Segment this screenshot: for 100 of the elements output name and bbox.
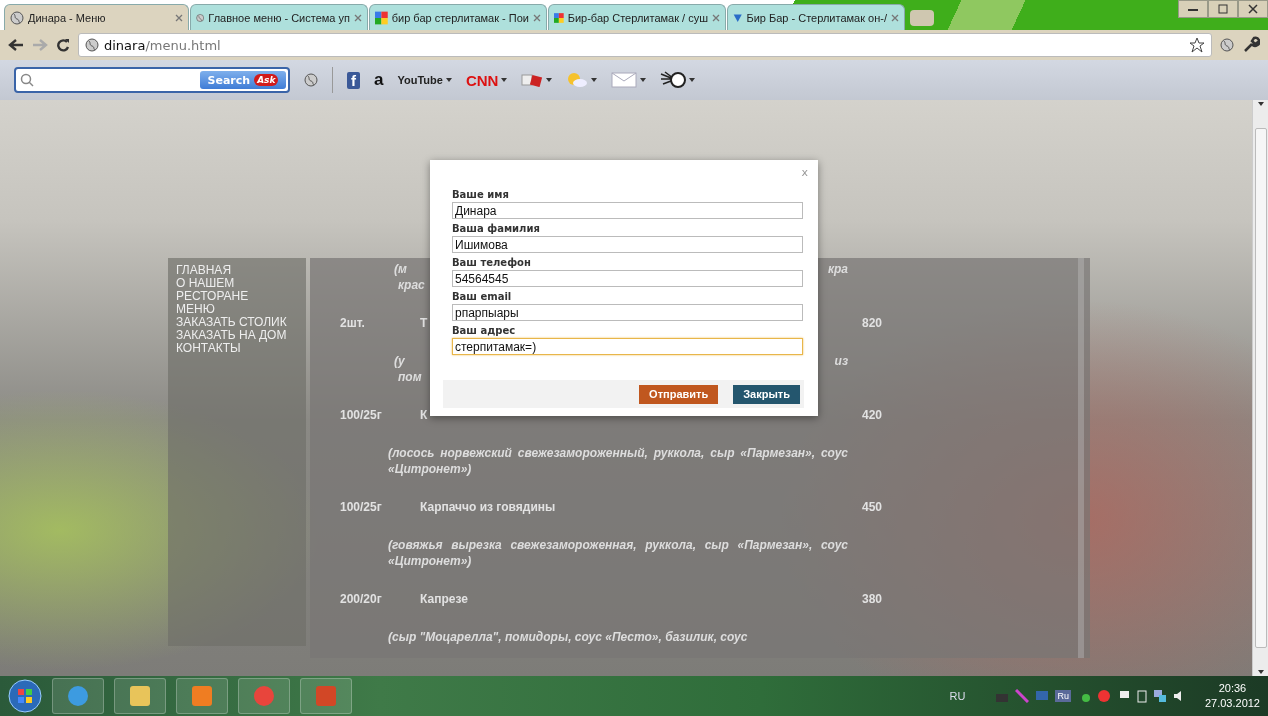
search-icon xyxy=(20,73,34,87)
description-fragment: кра xyxy=(827,261,848,277)
dish-price: 420 xyxy=(862,408,883,422)
dish-name: Т xyxy=(420,316,428,330)
scroll-thumb[interactable] xyxy=(1254,128,1267,648)
globe-icon xyxy=(85,38,99,52)
close-icon xyxy=(1248,4,1258,14)
description-fragment: (у xyxy=(393,353,406,369)
restore-icon xyxy=(1218,4,1228,14)
taskbar-app[interactable] xyxy=(52,678,104,714)
network-icon[interactable] xyxy=(1152,689,1167,703)
close-icon[interactable] xyxy=(533,13,541,22)
close-icon[interactable] xyxy=(712,13,720,22)
tray-icon[interactable] xyxy=(1096,689,1111,703)
circle-logo-icon xyxy=(252,684,276,708)
wrench-icon[interactable] xyxy=(1242,36,1260,54)
search-button[interactable]: Search Ask xyxy=(200,71,286,89)
dish-weight: 100/25г xyxy=(340,500,382,514)
field-label: Ваше имя xyxy=(452,188,510,202)
close-dialog-button[interactable]: Закрыть xyxy=(733,384,800,404)
globe-icon xyxy=(10,10,24,25)
toolbar-button[interactable] xyxy=(660,71,696,89)
text-input[interactable]: Ишимова xyxy=(452,236,803,253)
back-icon[interactable] xyxy=(8,38,24,52)
language-indicator[interactable]: RU xyxy=(949,690,966,702)
url-path: /menu.html xyxy=(145,37,221,53)
tray-icon[interactable]: Ru xyxy=(1055,690,1071,702)
text-input[interactable]: Динара xyxy=(452,202,803,219)
toolbar-button[interactable] xyxy=(521,73,553,87)
submit-button[interactable]: Отправить xyxy=(639,384,719,404)
caret-icon xyxy=(1257,102,1264,106)
dish-name: Карпаччо из говядины xyxy=(420,500,556,514)
close-icon[interactable] xyxy=(354,13,362,22)
caret-icon xyxy=(591,78,598,82)
dish-name: Капрезе xyxy=(420,592,468,606)
description-fragment: крас xyxy=(397,277,425,293)
description-fragment: пом xyxy=(397,369,422,385)
time: 20:36 xyxy=(1218,681,1247,696)
caret-icon xyxy=(1257,670,1264,674)
amazon-logo-button[interactable]: a xyxy=(374,70,384,90)
colored-squares-icon xyxy=(554,10,564,25)
text-input[interactable]: рпарпыары xyxy=(452,304,803,321)
taskbar-app[interactable] xyxy=(176,678,228,714)
close-icon[interactable] xyxy=(891,13,899,22)
field-label: Ваша фамилия xyxy=(452,222,541,236)
field-label: Ваш email xyxy=(452,290,513,304)
date: 27.03.2012 xyxy=(1204,696,1260,711)
reload-icon[interactable] xyxy=(56,38,70,52)
description-fragment: из xyxy=(834,353,848,369)
text-input[interactable]: стерпитамак=) xyxy=(452,338,803,355)
tray-icon[interactable] xyxy=(1015,689,1030,703)
dish-price: 450 xyxy=(862,500,883,514)
youtube-logo-button[interactable]: YouTube xyxy=(397,74,452,86)
dish-weight: 2шт. xyxy=(340,316,365,330)
battery-icon[interactable] xyxy=(1136,689,1147,703)
mail-icon xyxy=(611,72,638,88)
url-host: dinara xyxy=(104,37,146,53)
close-icon[interactable] xyxy=(175,13,183,22)
dish-name: К xyxy=(420,408,428,422)
star-icon[interactable] xyxy=(1189,37,1205,53)
colored-squares-icon xyxy=(375,10,388,25)
close-button[interactable] xyxy=(1238,0,1268,18)
sun-cloud-icon xyxy=(566,72,589,88)
caret-icon xyxy=(546,78,553,82)
minimize-icon xyxy=(1188,7,1198,11)
dish-weight: 200/20г xyxy=(340,592,382,606)
dish-price: 820 xyxy=(862,316,883,330)
dice-icon xyxy=(521,73,544,87)
caret-icon xyxy=(689,78,696,82)
dish-description: (говяжья вырезка свежезамороженная, руккола, сыр «Пармезан», соус «Цитронет») xyxy=(388,537,848,569)
description-fragment: (м xyxy=(393,261,408,277)
dish-weight: 100/25г xyxy=(340,408,382,422)
browser-tab[interactable]: бир бар стерлитамак - Пои xyxy=(369,4,547,30)
field-label: Ваш телефон xyxy=(452,256,532,270)
taskbar-app[interactable] xyxy=(114,678,166,714)
start-button[interactable] xyxy=(8,679,42,713)
search-field[interactable]: Search Ask xyxy=(14,67,290,93)
address-bar[interactable]: dinara/menu.html xyxy=(78,33,1212,57)
browser-tab[interactable]: Бир-бар Стерлитамак / суш xyxy=(548,4,726,30)
forward-icon[interactable] xyxy=(32,38,48,52)
caret-icon xyxy=(501,78,508,82)
browser-tab[interactable]: Главное меню - Система уп xyxy=(190,4,368,30)
scrollbar[interactable] xyxy=(1252,100,1268,676)
browser-tab[interactable]: Бир Бар - Стерлитамак он-/ xyxy=(727,4,905,30)
disc-icon xyxy=(660,71,687,89)
extension-icon xyxy=(1220,38,1234,52)
taskbar-app[interactable] xyxy=(300,678,352,714)
minimize-button[interactable] xyxy=(1178,0,1208,18)
text-input[interactable]: 54564545 xyxy=(452,270,803,287)
nav-link[interactable]: КОНТАКТЫ xyxy=(176,342,298,355)
facebook-logo-button[interactable]: f xyxy=(347,71,360,89)
dish-price: 380 xyxy=(862,592,883,606)
clock[interactable]: 20:36 27.03.2012 xyxy=(1204,681,1260,711)
dish-description: (лосось норвежский свежезамороженный, руккола, сыр «Пармезан», соус «Цитронет») xyxy=(388,445,848,477)
dish-description: (сыр "Моцарелла", помидоры, соус «Песто», базилик, соус xyxy=(388,629,749,645)
field-label: Ваш адрес xyxy=(452,324,517,338)
panel-scrollbar[interactable] xyxy=(1078,258,1084,658)
browser-tab[interactable]: Динара - Меню xyxy=(4,4,189,30)
taskbar-app[interactable] xyxy=(238,678,290,714)
ask-logo: Ask xyxy=(254,74,279,86)
